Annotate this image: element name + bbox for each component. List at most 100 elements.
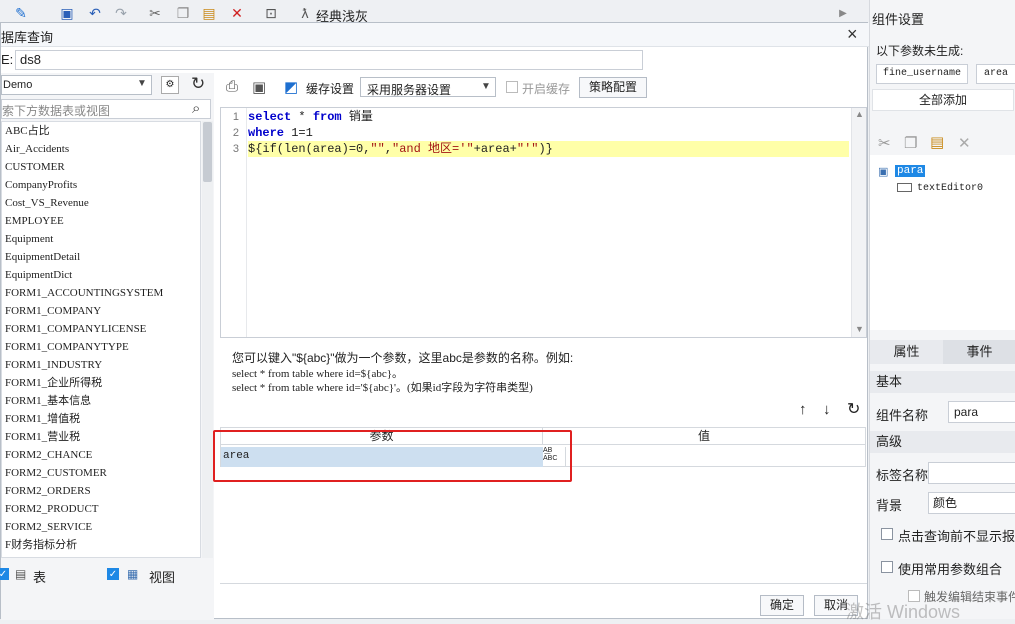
delete-icon[interactable]: ✕ xyxy=(958,134,971,152)
paste-icon[interactable]: ▤ xyxy=(930,133,944,151)
enable-cache-checkbox[interactable] xyxy=(506,81,518,93)
background-select[interactable]: 颜色 xyxy=(928,492,1015,514)
template-icon[interactable]: ⊡ xyxy=(262,4,280,22)
tag-name-input[interactable] xyxy=(928,462,1015,484)
ok-button[interactable]: 确定 xyxy=(760,595,804,616)
undo-icon[interactable]: ↶ xyxy=(86,4,104,22)
cache-mode-value: 采用服务器设置 xyxy=(367,83,452,97)
dataset-name-input[interactable]: ds8 xyxy=(15,50,643,70)
table-list-item[interactable]: FORM2_ORDERS xyxy=(2,482,200,500)
refresh-params-icon[interactable]: ↻ xyxy=(847,399,860,419)
table-list-item[interactable]: FORM1_基本信息 xyxy=(2,392,200,410)
table-list-item[interactable]: CUSTOMER xyxy=(2,158,200,176)
tab-events[interactable]: 事件 xyxy=(943,340,1015,364)
divider xyxy=(220,583,867,584)
tab-properties[interactable]: 属性 xyxy=(870,340,943,364)
show-tables-checkbox[interactable]: ✓ xyxy=(0,568,9,580)
highlight-box xyxy=(213,430,572,482)
view-icon: ▦ xyxy=(127,567,139,581)
table-list-item[interactable]: FORM2_SERVICE xyxy=(2,518,200,536)
table-list-item[interactable]: CompanyProfits xyxy=(2,176,200,194)
line-number: 1 xyxy=(232,111,239,123)
connection-value: Demo xyxy=(3,79,33,91)
save-icon[interactable]: ▣ xyxy=(58,4,76,22)
scrollbar-thumb[interactable] xyxy=(203,122,212,182)
tree-node-para[interactable]: para xyxy=(895,165,926,177)
line-number-gutter: 1 2 3 xyxy=(221,108,247,337)
cache-icon: ◩ xyxy=(284,79,299,96)
dataset-name-label: E: xyxy=(1,52,14,67)
move-up-icon[interactable]: ↑ xyxy=(799,401,807,418)
table-list-item[interactable]: FORM2_PRODUCT xyxy=(2,500,200,518)
close-icon[interactable]: × xyxy=(847,24,858,45)
theme-icon[interactable]: ƛ xyxy=(296,4,314,22)
show-views-checkbox[interactable]: ✓ xyxy=(107,568,119,580)
edit-icon[interactable]: ✎ xyxy=(12,4,30,22)
show-tables-label: 表 xyxy=(33,570,47,585)
table-list-item[interactable]: FORM1_ACCOUNTINGSYSTEM xyxy=(2,284,200,302)
copy-icon[interactable]: ❐ xyxy=(904,134,917,152)
table-list-item[interactable]: FORM1_INDUSTRY xyxy=(2,356,200,374)
table-browser-panel: Demo ▼ ⚙ ↻ 索下方数据表或视图 ⌕ ABC占比 Air_Accident… xyxy=(0,73,214,620)
table-list-item[interactable]: EMPLOYEE xyxy=(2,212,200,230)
tag-name-label: 标签名称 xyxy=(876,468,929,483)
value-column-header: 值 xyxy=(543,428,865,445)
copy-icon[interactable]: ❐ xyxy=(174,4,192,22)
table-list-scrollbar[interactable] xyxy=(202,121,213,558)
dialog-titlebar: 据库查询 × xyxy=(1,23,869,47)
param-value-input[interactable] xyxy=(565,447,865,467)
chevron-down-icon: ▼ xyxy=(481,81,491,92)
table-list-item[interactable]: EquipmentDict xyxy=(2,266,200,284)
parameter-icon[interactable]: ▣ xyxy=(252,78,266,96)
cache-mode-select[interactable]: 采用服务器设置 ▼ xyxy=(360,77,496,97)
paste-icon[interactable]: ▤ xyxy=(200,4,218,22)
connection-select[interactable]: Demo ▼ xyxy=(1,75,152,95)
table-list-item[interactable]: Air_Accidents xyxy=(2,140,200,158)
toolbar-scroll-right-icon[interactable]: ▶ xyxy=(834,4,852,22)
table-list-item[interactable]: FORM2_CUSTOMER xyxy=(2,464,200,482)
cut-icon[interactable]: ✂ xyxy=(146,4,164,22)
move-down-icon[interactable]: ↓ xyxy=(823,401,831,418)
chevron-up-icon[interactable]: ▲ xyxy=(855,109,864,119)
preview-icon[interactable]: ⎙ xyxy=(226,78,238,95)
table-list-item[interactable]: Equipment xyxy=(2,230,200,248)
tree-node-texteditor[interactable]: textEditor0 xyxy=(917,183,983,194)
table-list-item[interactable]: FORM1_企业所得税 xyxy=(2,374,200,392)
table-list-item[interactable]: Cost_VS_Revenue xyxy=(2,194,200,212)
widget-tree: ▣ para textEditor0 xyxy=(870,155,1015,330)
search-placeholder: 索下方数据表或视图 xyxy=(2,104,111,118)
table-list-item[interactable]: FORM2_CHANCE xyxy=(2,446,200,464)
database-query-dialog: 据库查询 × E: ds8 Demo ▼ ⚙ ↻ 索下方数据表或视图 ⌕ ABC… xyxy=(0,22,869,620)
refresh-icon[interactable]: ↻ xyxy=(191,74,205,94)
table-search-input[interactable]: 索下方数据表或视图 ⌕ xyxy=(1,99,211,119)
table-list-item[interactable]: FORM1_COMPANYTYPE xyxy=(2,338,200,356)
table-list-item[interactable]: ABC占比 xyxy=(2,122,200,140)
table-list-item[interactable]: FORM1_COMPANY xyxy=(2,302,200,320)
redo-icon[interactable]: ↷ xyxy=(112,4,130,22)
table-list-item[interactable]: EquipmentDetail xyxy=(2,248,200,266)
widget-name-input[interactable]: para xyxy=(948,401,1015,423)
param-tag[interactable]: area xyxy=(976,64,1015,84)
delete-icon[interactable]: ✕ xyxy=(228,4,246,22)
cut-icon[interactable]: ✂ xyxy=(878,134,891,152)
table-list-item[interactable]: FORM1_增值税 xyxy=(2,410,200,428)
table-icon: ▤ xyxy=(15,567,27,581)
hide-before-query-checkbox[interactable] xyxy=(881,528,893,540)
table-list-item[interactable]: FORM1_营业税 xyxy=(2,428,200,446)
table-list-item[interactable]: FORM1_COMPANYLICENSE xyxy=(2,320,200,338)
activation-watermark: 激活 Windows xyxy=(846,602,961,622)
widget-name-label: 组件名称 xyxy=(876,408,929,423)
table-list-item[interactable]: F财务指标分析 xyxy=(2,536,200,554)
sql-editor[interactable]: 1 2 3 select * from 销量 where 1=1 ${if(le… xyxy=(220,107,867,338)
strategy-config-button[interactable]: 策略配置 xyxy=(579,77,647,98)
section-basic[interactable]: 基本 xyxy=(870,371,1015,393)
chevron-down-icon[interactable]: ▼ xyxy=(855,324,864,334)
ungenerated-params-label: 以下参数未生成: xyxy=(876,44,964,58)
sql-line-2: where 1=1 xyxy=(248,126,313,140)
add-all-button[interactable]: 全部添加 xyxy=(872,89,1014,111)
section-advanced[interactable]: 高级 xyxy=(870,431,1015,453)
common-params-checkbox[interactable] xyxy=(881,561,893,573)
editor-scrollbar[interactable]: ▲ ▼ xyxy=(851,108,866,337)
param-tag[interactable]: fine_username xyxy=(876,64,968,84)
connection-edit-icon[interactable]: ⚙ xyxy=(161,76,179,94)
